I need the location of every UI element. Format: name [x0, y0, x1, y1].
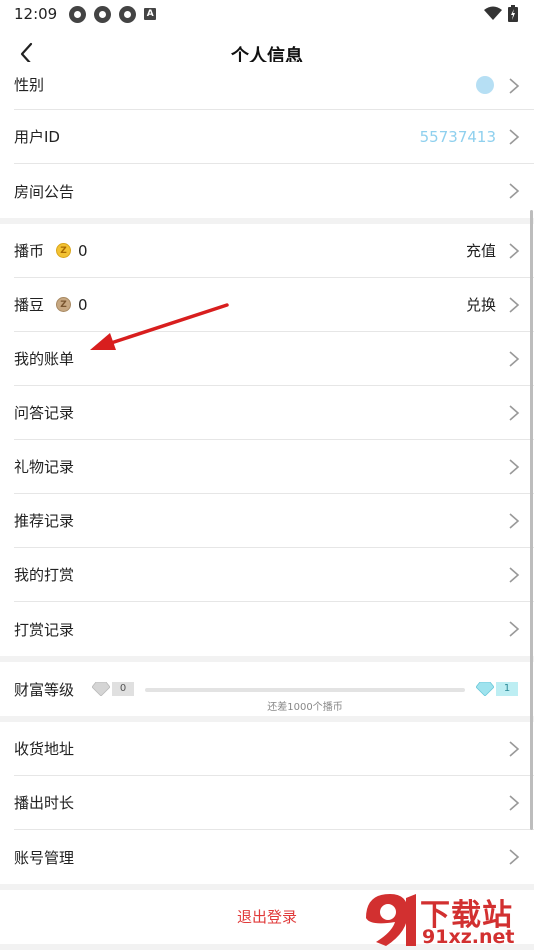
row-label: 收货地址: [14, 740, 75, 758]
list-item-recommend-records[interactable]: 推荐记录: [14, 494, 534, 548]
chevron-right-icon: [509, 849, 520, 865]
row-label: 播币: [14, 242, 45, 260]
recharge-link[interactable]: 充值: [466, 240, 496, 261]
chevron-right-icon: [509, 183, 520, 199]
list-item-my-tips[interactable]: 我的打赏: [14, 548, 534, 602]
wallet-list: 播币 Z 0 充值 播豆 Z 0 兑换 我的账单 问答记录 礼物记录 推荐记录 …: [0, 224, 534, 656]
wealth-progress-bar: [145, 688, 465, 692]
diamond-blue-icon: [476, 682, 494, 696]
status-time: 12:09: [14, 5, 58, 23]
coin-count: 0: [78, 241, 88, 260]
app-notification-icon: [94, 5, 112, 23]
row-label: 我的打赏: [14, 566, 75, 584]
chevron-right-icon: [509, 296, 520, 313]
row-label: 性别: [14, 76, 45, 94]
chevron-right-icon: [509, 404, 520, 421]
next-level-tag: 1: [496, 682, 518, 696]
chevron-right-icon: [509, 242, 520, 259]
user-id-value: 55737413: [419, 127, 496, 146]
list-item-beans[interactable]: 播豆 Z 0 兑换: [14, 278, 534, 332]
wealth-progress-text: 还差1000个播币: [267, 702, 343, 713]
chevron-right-icon: [509, 77, 520, 94]
list-item-room-notice[interactable]: 房间公告: [14, 164, 534, 218]
list-item-account-management[interactable]: 账号管理: [14, 830, 534, 884]
watermark-logo-icon: [366, 894, 416, 946]
row-label: 打赏记录: [14, 620, 75, 639]
row-label: 推荐记录: [14, 512, 75, 530]
other-list: 收货地址 播出时长 账号管理: [0, 722, 534, 884]
chevron-right-icon: [509, 794, 520, 811]
wifi-icon: [484, 6, 502, 20]
wealth-level-section: 财富等级 0 还差1000个播币 1: [0, 662, 534, 716]
list-item-shipping-address[interactable]: 收货地址: [14, 722, 534, 776]
chevron-right-icon: [509, 458, 520, 475]
list-item-tip-records[interactable]: 打赏记录: [14, 602, 534, 656]
scrollbar[interactable]: [530, 210, 533, 830]
row-label: 账号管理: [14, 848, 75, 867]
chevron-right-icon: [509, 350, 520, 367]
exchange-link[interactable]: 兑换: [466, 294, 496, 315]
app-notification-icon: [119, 5, 137, 23]
wealth-label: 财富等级: [14, 680, 75, 699]
chevron-right-icon: [509, 740, 520, 757]
row-label: 我的账单: [14, 350, 75, 368]
battery-icon: [508, 5, 518, 22]
app-notification-icon: [69, 5, 87, 23]
gender-icon: [476, 76, 494, 94]
list-item-qa-records[interactable]: 问答记录: [14, 386, 534, 440]
watermark-url: 91xz.net: [422, 926, 515, 948]
wealth-level-row: 财富等级 0 还差1000个播币 1: [14, 662, 534, 716]
row-label: 礼物记录: [14, 458, 75, 476]
row-label: 房间公告: [14, 182, 75, 201]
list-item-coins[interactable]: 播币 Z 0 充值: [14, 224, 534, 278]
profile-list: 性别 用户ID 55737413 房间公告: [0, 62, 534, 218]
row-label: 播豆: [14, 296, 45, 314]
status-bar: 12:09 A: [0, 0, 534, 28]
chevron-right-icon: [509, 621, 520, 637]
watermark: 下载站 91xz.net: [362, 888, 530, 950]
row-label: 问答记录: [14, 404, 75, 422]
current-level-tag: 0: [112, 682, 134, 696]
list-item-gender[interactable]: 性别: [14, 62, 534, 110]
bean-icon: Z: [56, 297, 72, 312]
a-notification-icon: A: [144, 8, 157, 20]
chevron-right-icon: [509, 128, 520, 145]
coin-icon: Z: [56, 243, 72, 258]
chevron-right-icon: [509, 512, 520, 529]
bean-count: 0: [78, 295, 88, 314]
list-item-broadcast-duration[interactable]: 播出时长: [14, 776, 534, 830]
diamond-gray-icon: [92, 682, 110, 696]
notification-icons: A: [69, 5, 157, 23]
row-label: 播出时长: [14, 794, 75, 812]
row-label: 用户ID: [14, 128, 60, 146]
list-item-gift-records[interactable]: 礼物记录: [14, 440, 534, 494]
chevron-right-icon: [509, 566, 520, 583]
status-right-icons: [484, 5, 518, 22]
list-item-user-id[interactable]: 用户ID 55737413: [14, 110, 534, 164]
list-item-my-bills[interactable]: 我的账单: [14, 332, 534, 386]
